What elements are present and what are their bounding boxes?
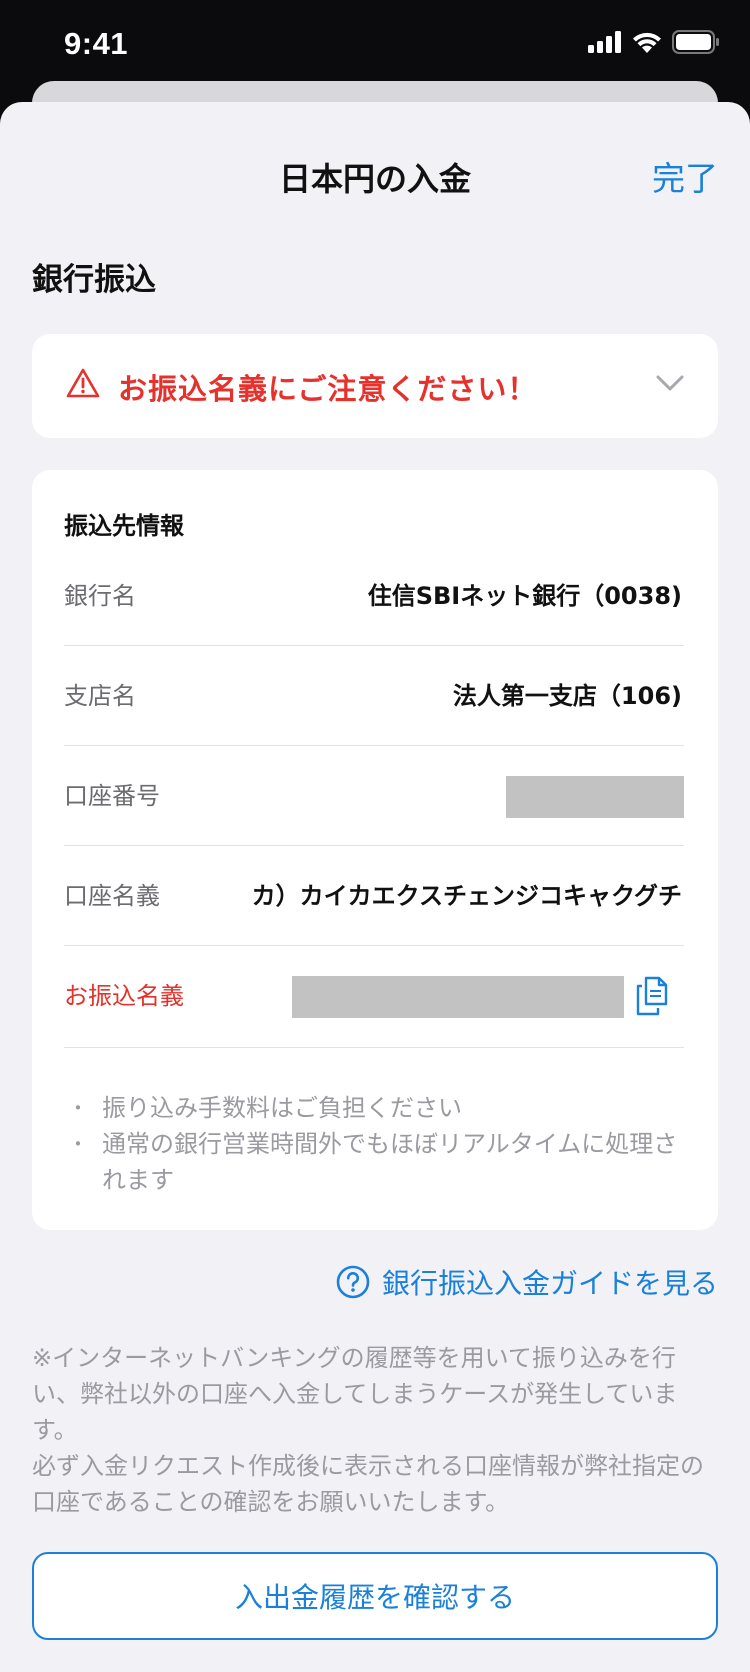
- transfer-name-redacted: [292, 976, 624, 1018]
- wifi-icon: [633, 32, 661, 53]
- transfer-info-header: 振込先情報: [64, 512, 184, 540]
- status-time: 9:41: [64, 26, 129, 61]
- chevron-down-icon[interactable]: [656, 374, 684, 392]
- disclaimer-line: ※インターネットバンキングの履歴等を用いて振り込みを行い、弊社以外の口座へ入金し…: [32, 1344, 678, 1444]
- done-button[interactable]: 完了: [652, 152, 718, 200]
- bank-name-row: 銀行名 住信SBIネット銀行（0038): [64, 546, 684, 646]
- account-number-label: 口座番号: [64, 782, 160, 810]
- warning-triangle-icon: [66, 368, 100, 398]
- account-holder-value: カ）カイカエクスチェンジコキャクグチ: [251, 882, 682, 910]
- section-title: 銀行振込: [32, 262, 156, 298]
- bank-transfer-guide-link[interactable]: 銀行振込入金ガイドを見る: [336, 1262, 718, 1302]
- question-circle-icon: [336, 1265, 370, 1299]
- branch-name-label: 支店名: [64, 682, 136, 710]
- branch-name-value: 法人第一支店（106): [452, 682, 682, 710]
- disclaimer: ※インターネットバンキングの履歴等を用いて振り込みを行い、弊社以外の口座へ入金し…: [32, 1340, 718, 1520]
- deposit-sheet: 日本円の入金 完了 銀行振込 お振込名義にご注意ください！ 振込先情報 銀行名 …: [0, 102, 750, 1672]
- transfer-name-row: お振込名義: [64, 946, 684, 1048]
- transfer-name-label: お振込名義: [64, 982, 184, 1010]
- account-number-row: 口座番号: [64, 746, 684, 846]
- battery-icon: [672, 30, 719, 54]
- view-history-button[interactable]: 入出金履歴を確認する: [32, 1552, 718, 1640]
- account-holder-label: 口座名義: [64, 882, 160, 910]
- branch-name-row: 支店名 法人第一支店（106): [64, 646, 684, 746]
- bank-name-value: 住信SBIネット銀行（0038): [367, 582, 682, 610]
- transfer-notes: 振り込み手数料はご負担ください 通常の銀行営業時間外でもほぼリアルタイムに処理さ…: [64, 1090, 684, 1198]
- status-bar: 9:41: [0, 0, 750, 92]
- note-item: 振り込み手数料はご負担ください: [64, 1090, 684, 1126]
- disclaimer-line: 必ず入金リクエスト作成後に表示される口座情報が弊社指定の口座であることの確認をお…: [32, 1452, 704, 1516]
- account-holder-row: 口座名義 カ）カイカエクスチェンジコキャクグチ: [64, 846, 684, 946]
- note-item: 通常の銀行営業時間外でもほぼリアルタイムに処理されます: [64, 1126, 684, 1198]
- signal-icon: [588, 31, 621, 53]
- warning-accordion[interactable]: お振込名義にご注意ください！: [32, 334, 718, 438]
- warning-text: お振込名義にご注意ください！: [118, 372, 538, 406]
- page-title: 日本円の入金: [278, 160, 471, 198]
- copy-icon[interactable]: [634, 976, 668, 1016]
- status-icons: [588, 30, 720, 54]
- account-number-redacted: [506, 776, 684, 818]
- transfer-info-card: 振込先情報 銀行名 住信SBIネット銀行（0038) 支店名 法人第一支店（10…: [32, 470, 718, 1230]
- bank-name-label: 銀行名: [64, 582, 136, 610]
- guide-link-label: 銀行振込入金ガイドを見る: [381, 1267, 718, 1300]
